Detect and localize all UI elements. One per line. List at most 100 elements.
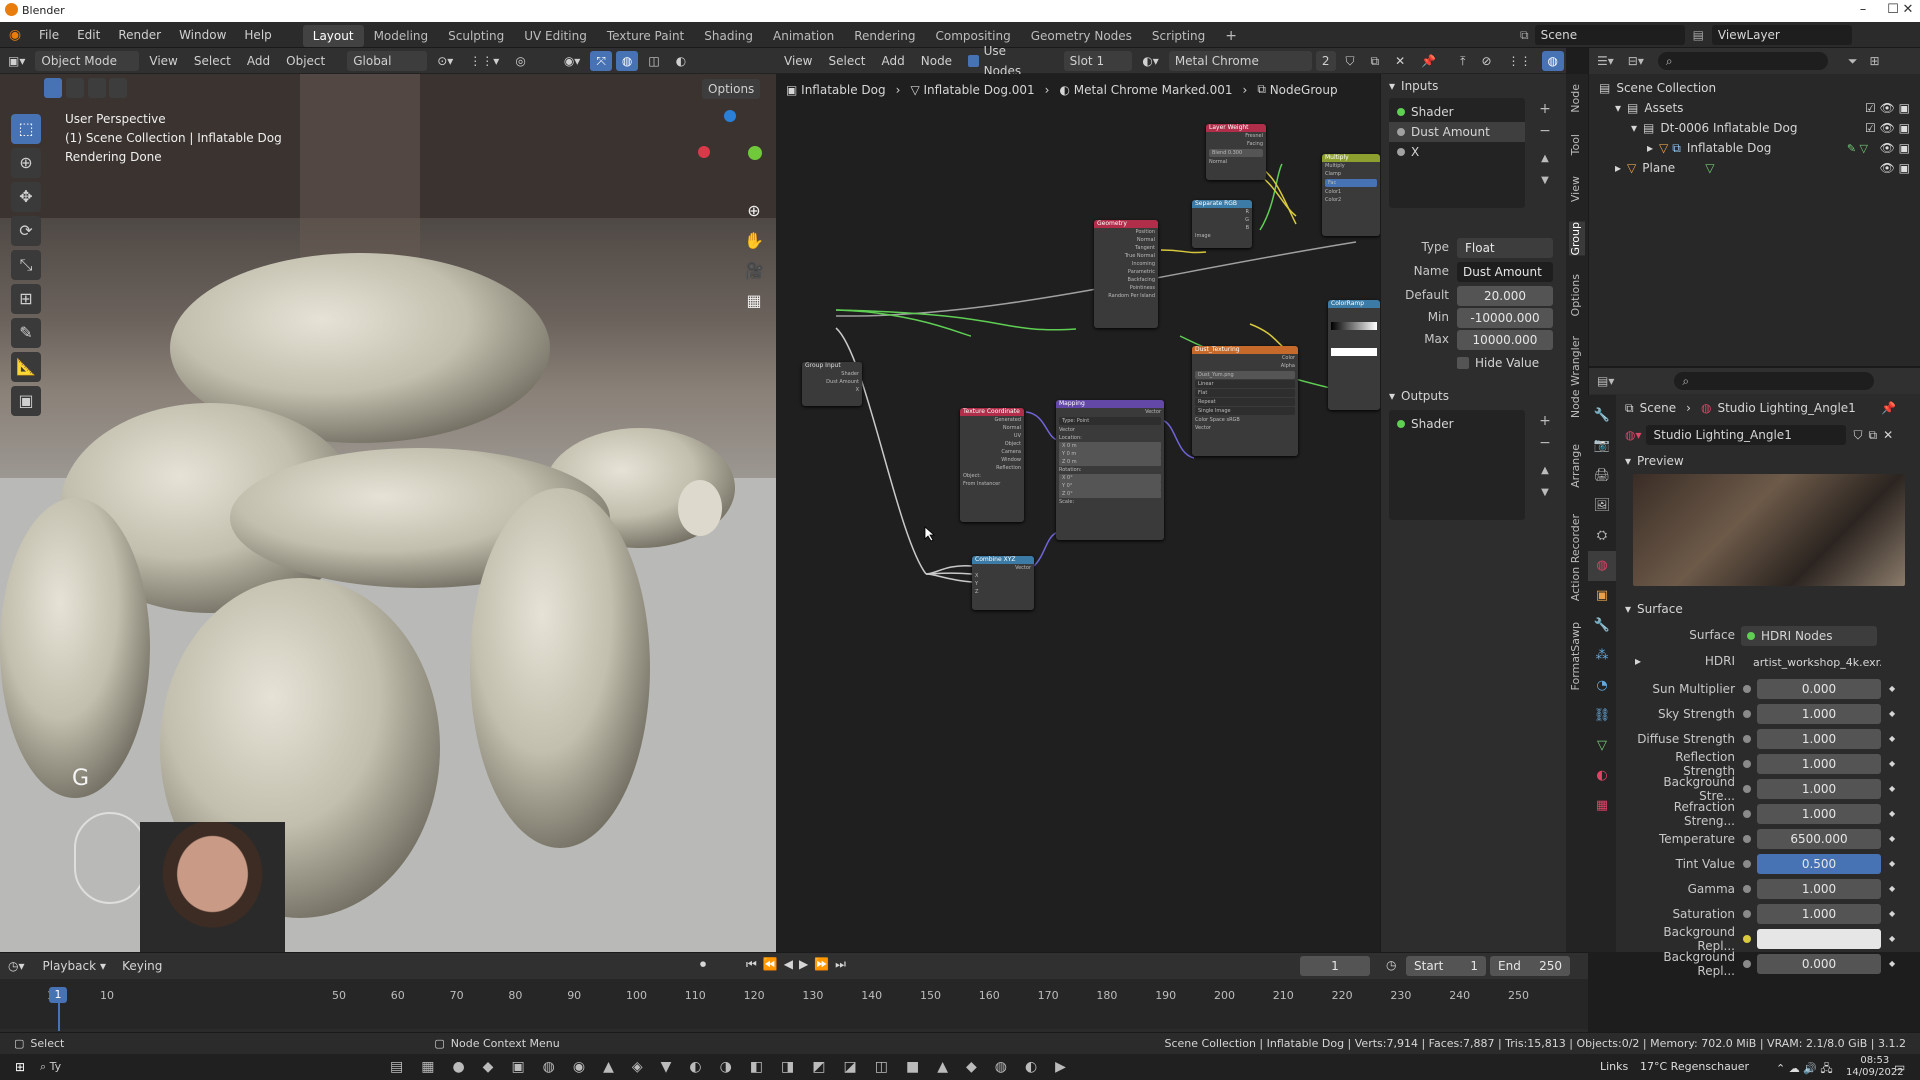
playback-menu[interactable]: Playback <box>43 959 97 973</box>
tab-shading[interactable]: Shading <box>694 25 763 47</box>
viewport-menu-select[interactable]: Select <box>188 51 237 71</box>
select-new-icon[interactable] <box>44 78 62 98</box>
viewport-menu-view-n[interactable]: View <box>778 51 818 71</box>
add-input-icon[interactable]: + <box>1535 98 1555 120</box>
node-menu-node[interactable]: Node <box>915 51 958 71</box>
hide-value-checkbox[interactable]: Hide Value <box>1457 356 1539 370</box>
tab-animation[interactable]: Animation <box>763 25 844 47</box>
pan-hand-icon[interactable]: ✋ <box>742 226 766 256</box>
pinned-apps[interactable]: ▤▦●◆▣◍◉▲◈▼◐◑◧◨◩◪◫■▲◆◍◐▶ <box>390 1059 1084 1075</box>
end-frame-field[interactable]: End 250 <box>1490 956 1570 976</box>
visibility-toggles[interactable]: 👁 ▣ <box>1880 161 1910 175</box>
view-layer-icon[interactable]: ▤ <box>1693 28 1704 42</box>
parent-tree-icon[interactable]: ⤒ <box>1454 51 1471 71</box>
tab-formatsawp[interactable]: FormatSawp <box>1569 622 1585 690</box>
zoom-icon[interactable]: ⊕ <box>742 196 766 226</box>
duplicate-material-icon[interactable]: ⧉ <box>1365 51 1386 71</box>
transform-orientation[interactable]: Global <box>347 50 428 71</box>
tab-arrange[interactable]: Arrange <box>1569 444 1585 488</box>
taskbar-search[interactable]: ⌕ Ty <box>40 1060 110 1074</box>
visibility-toggles[interactable]: ☑ 👁 ▣ <box>1865 121 1910 135</box>
mapping-type-dropdown[interactable]: Type: Point <box>1059 417 1161 425</box>
node-row[interactable]: Color Space sRGB <box>1192 416 1298 424</box>
tab-tool[interactable]: Tool <box>1569 134 1585 155</box>
snap-node-icon[interactable]: ⊘ <box>1475 51 1497 71</box>
outliner-item-dt-0006[interactable]: ▾ ▤ Dt-0006 Inflatable Dog ☑ 👁 ▣ <box>1589 118 1920 138</box>
scene-selector[interactable]: Scene <box>1534 25 1685 45</box>
display-mode-icon[interactable]: ⊟▾ <box>1628 54 1644 68</box>
breadcrumb-world[interactable]: Studio Lighting_Angle1 <box>1717 401 1855 415</box>
move-tool-icon[interactable]: ✥ <box>11 182 41 212</box>
texture-coordinate-node[interactable]: Texture Coordinate Generated Normal UV O… <box>960 408 1024 522</box>
world-name-field[interactable]: Studio Lighting_Angle1 <box>1645 425 1846 445</box>
location-x-field[interactable]: X 0 m <box>1059 442 1161 450</box>
3d-viewport[interactable]: ⬚ ⊕ ✥ ⟳ ⤡ ⊞ ✎ 📐 ▣ User Perspective (1) S… <box>0 48 776 952</box>
editor-type-icon[interactable]: ▣▾ <box>2 51 31 71</box>
unlink-world-icon[interactable]: ✕ <box>1883 428 1893 442</box>
slot-selector[interactable]: Slot 1 <box>1063 50 1133 71</box>
shading-solid-icon[interactable]: ◐ <box>670 51 692 71</box>
mapping-node[interactable]: Mapping Vector Type: Point Vector Locati… <box>1056 400 1164 540</box>
list-item-selected[interactable]: Dust Amount <box>1389 122 1525 142</box>
param-field[interactable]: 1.000 <box>1757 753 1881 774</box>
param-field[interactable]: 1.000 <box>1757 703 1881 724</box>
surface-panel-header[interactable]: ▾ Surface <box>1625 602 1683 616</box>
object-tab-icon[interactable]: ▣ <box>1588 581 1616 611</box>
param-field[interactable]: 1.000 <box>1757 778 1881 799</box>
param-field[interactable]: 0.000 <box>1757 678 1881 699</box>
properties-editor-icon[interactable]: ▤▾ <box>1597 374 1614 388</box>
tab-layout[interactable]: Layout <box>302 24 364 47</box>
texture-tab-icon[interactable]: ▦ <box>1588 791 1616 821</box>
surface-shader-field[interactable]: HDRI Nodes <box>1741 626 1877 646</box>
start-frame-field[interactable]: Start 1 <box>1406 956 1486 976</box>
node-menu-add[interactable]: Add <box>876 51 911 71</box>
expand-arrow-icon[interactable]: ▾ <box>1389 79 1395 93</box>
tab-sculpting[interactable]: Sculpting <box>438 25 514 47</box>
outliner-item-inflatable-dog[interactable]: ▸ ▽ ⧉ Inflatable Dog ✎ ▽ 👁 ▣ <box>1589 138 1920 158</box>
visibility-toggles[interactable]: ☑ 👁 ▣ <box>1865 101 1910 115</box>
ramp-gradient[interactable] <box>1331 322 1377 330</box>
preview-range-icon[interactable]: ◷ <box>1386 958 1396 972</box>
move-down-icon[interactable]: ▼ <box>1535 170 1555 192</box>
menu-window[interactable]: Window <box>170 22 235 48</box>
extension-dropdown[interactable]: Repeat <box>1195 398 1295 406</box>
measure-tool-icon[interactable]: 📐 <box>11 352 41 382</box>
add-output-icon[interactable]: + <box>1535 410 1555 432</box>
tray-icons[interactable]: ⌃ ☁ 🔊 🖧 <box>1776 1060 1833 1079</box>
param-field[interactable]: 0.000 <box>1757 953 1881 974</box>
interpolation-dropdown[interactable]: Linear <box>1195 380 1295 388</box>
select-box-tool-icon[interactable]: ⬚ <box>11 114 41 144</box>
max-field[interactable]: 10000.000 <box>1457 330 1553 350</box>
minimize-button[interactable]: – <box>1848 2 1878 17</box>
fake-user-icon[interactable]: ⛉ <box>1854 428 1863 443</box>
select-extend-icon[interactable] <box>65 78 84 98</box>
node-menu-select[interactable]: Select <box>822 51 871 71</box>
timeline-editor-icon[interactable]: ◷▾ <box>8 959 25 973</box>
tab-uv-editing[interactable]: UV Editing <box>514 25 597 47</box>
menu-help[interactable]: Help <box>235 22 280 48</box>
pivot-icon[interactable]: ⊙▾ <box>431 51 459 71</box>
rotation-z-field[interactable]: Z 0° <box>1059 490 1161 498</box>
properties-search-input[interactable]: ⌕ <box>1674 372 1875 390</box>
param-field[interactable]: 1.000 <box>1757 728 1881 749</box>
name-field[interactable]: Dust Amount <box>1457 262 1553 282</box>
group-input-node[interactable]: Group Input Shader Dust Amount X <box>802 362 862 406</box>
select-subtract-icon[interactable] <box>87 78 106 98</box>
checkbox-icon[interactable] <box>968 54 979 67</box>
dust-texture-node[interactable]: Dust_Texturing Color Alpha Dust_Yum.png … <box>1192 346 1298 456</box>
combine-xyz-node[interactable]: Combine XYZ Vector X Y Z <box>972 556 1034 610</box>
x-axis-icon[interactable] <box>698 146 710 158</box>
tab-scripting[interactable]: Scripting <box>1142 25 1215 47</box>
remove-input-icon[interactable]: − <box>1535 120 1555 142</box>
multiply-node[interactable]: Multiply Multiply Clamp Fac Color1 Color… <box>1322 154 1380 236</box>
windows-start-icon[interactable]: ⊞ <box>0 1060 40 1074</box>
z-axis-icon[interactable] <box>724 110 736 122</box>
list-item[interactable]: X <box>1389 142 1525 162</box>
breadcrumb-scene[interactable]: Scene <box>1640 401 1677 415</box>
view-layer-selector[interactable]: ViewLayer <box>1711 25 1852 45</box>
move-up-icon[interactable]: ▲ <box>1535 148 1555 170</box>
material-tab-icon[interactable]: ◐ <box>1588 761 1616 791</box>
param-field[interactable]: 1.000 <box>1757 803 1881 824</box>
outputs-list[interactable]: Shader <box>1389 410 1525 520</box>
min-field[interactable]: -10000.000 <box>1457 308 1553 328</box>
